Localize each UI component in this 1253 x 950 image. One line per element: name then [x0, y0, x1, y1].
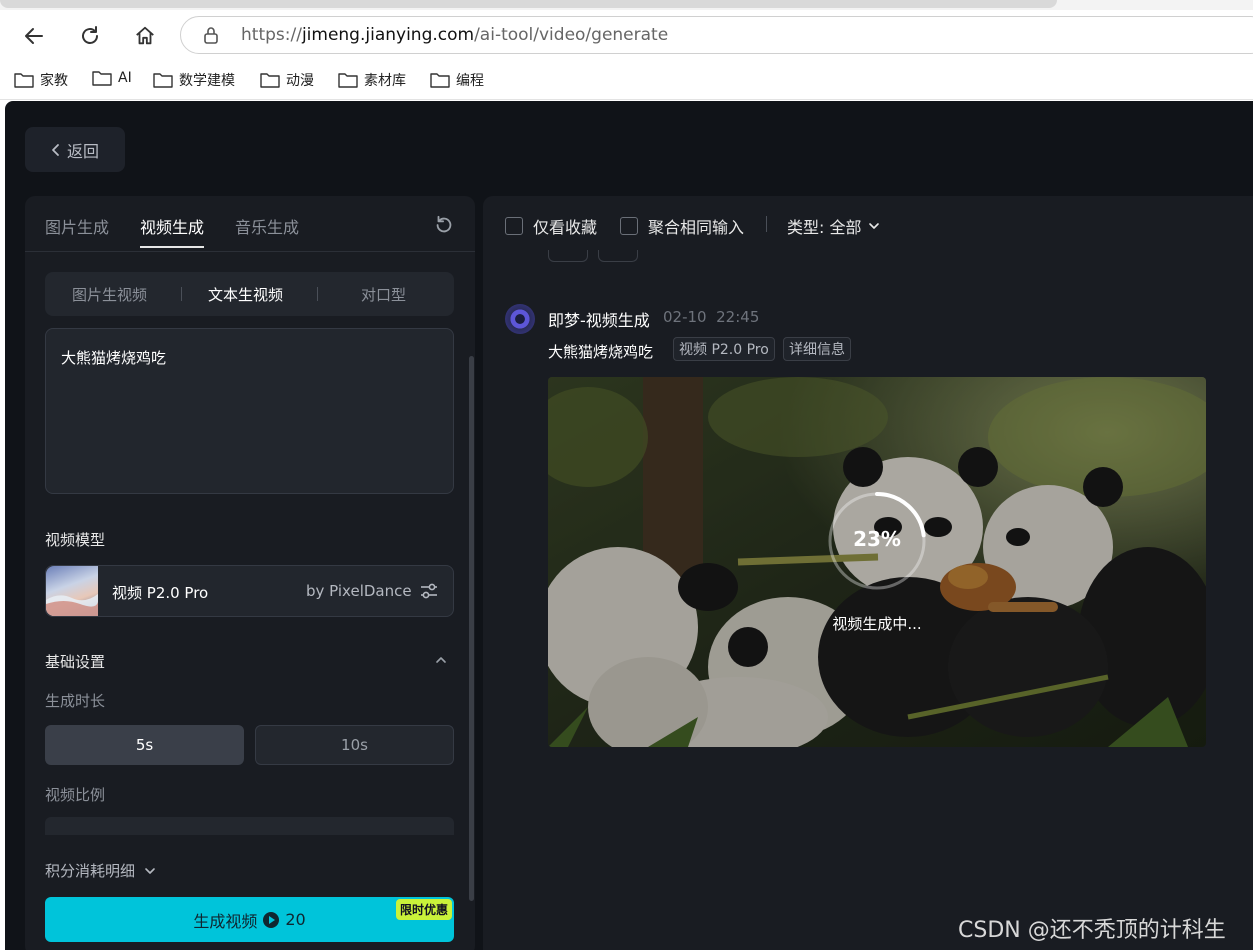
- promo-badge: 限时优惠: [395, 899, 452, 920]
- sliders-icon[interactable]: [418, 580, 440, 602]
- duration-5s-button[interactable]: 5s: [45, 725, 244, 765]
- lock-icon[interactable]: [203, 26, 219, 48]
- browser-toolbar: https://jimeng.jianying.com/ai-tool/vide…: [0, 10, 1253, 60]
- filter-divider: [766, 216, 767, 232]
- ratio-selector[interactable]: [45, 817, 454, 835]
- bookmark-label: AI: [118, 70, 132, 86]
- model-section-title: 视频模型: [45, 531, 106, 549]
- app-avatar: [505, 304, 535, 334]
- panel-scrollbar[interactable]: [469, 356, 474, 901]
- detail-info-tag[interactable]: 详细信息: [783, 337, 851, 361]
- merge-input-label: 聚合相同输入: [648, 218, 745, 237]
- model-selector[interactable]: 视频 P2.0 Pro by PixelDance: [45, 565, 454, 617]
- bookmark-label: 家教: [40, 73, 68, 89]
- favorites-only-checkbox[interactable]: 仅看收藏: [505, 214, 597, 238]
- progress-percent: 23%: [853, 527, 901, 551]
- bookmark-folder[interactable]: 家教: [14, 70, 68, 90]
- type-filter-dropdown[interactable]: 类型: 全部: [787, 214, 881, 238]
- basic-settings-header[interactable]: 基础设置: [45, 651, 454, 675]
- results-panel: 仅看收藏 聚合相同输入 类型: 全部 即梦-视频生成 02-10 22:45 大…: [483, 196, 1253, 950]
- chevron-left-icon: [52, 143, 59, 156]
- chevron-down-icon: [869, 223, 880, 229]
- folder-icon: [92, 71, 112, 86]
- chevron-up-icon[interactable]: [434, 653, 448, 667]
- points-detail-toggle[interactable]: 积分消耗明细: [45, 860, 157, 881]
- ratio-label: 视频比例: [45, 786, 106, 804]
- active-tab[interactable]: [0, 0, 1057, 8]
- back-button[interactable]: 返回: [25, 127, 125, 172]
- merge-input-checkbox[interactable]: 聚合相同输入: [620, 214, 744, 238]
- entry-time: 22:45: [716, 308, 760, 326]
- generate-button-label: 生成视频: [193, 911, 258, 931]
- bookmark-label: 数学建模: [179, 73, 235, 89]
- video-preview[interactable]: 23% 视频生成中...: [548, 377, 1206, 747]
- previous-entry-button[interactable]: [548, 250, 588, 262]
- url-scheme: https://: [241, 25, 302, 45]
- filter-bar: 仅看收藏 聚合相同输入 类型: 全部: [483, 196, 1253, 252]
- bookmark-folder[interactable]: 动漫: [260, 70, 314, 90]
- subtab-divider: [317, 287, 318, 301]
- tab-music-generate[interactable]: 音乐生成: [235, 214, 299, 238]
- bookmark-folder[interactable]: AI: [92, 70, 132, 86]
- bookmark-folder[interactable]: 数学建模: [153, 70, 235, 90]
- folder-icon: [338, 73, 358, 88]
- browser-tabstrip: [0, 0, 1253, 10]
- entry-prompt: 大熊猫烤烧鸡吃: [548, 343, 654, 361]
- checkbox-box[interactable]: [620, 217, 638, 235]
- generation-status: 视频生成中...: [832, 615, 922, 633]
- sub-tabs: 图片生视频 文本生视频 对口型: [45, 272, 454, 316]
- bookmark-label: 编程: [456, 73, 484, 89]
- url-path: /ai-tool/video/generate: [474, 25, 669, 45]
- bookmark-label: 动漫: [286, 73, 314, 89]
- subtab-text-to-video[interactable]: 文本生视频: [208, 284, 283, 305]
- bookmark-label: 素材库: [364, 73, 406, 89]
- type-filter-label: 类型: 全部: [787, 218, 862, 237]
- watermark: CSDN @还不秃顶的计科生: [958, 918, 1226, 943]
- entry-timestamp: 02-10 22:45: [663, 308, 759, 326]
- tab-video-generate[interactable]: 视频生成: [140, 214, 205, 248]
- points-detail-label: 积分消耗明细: [45, 862, 136, 880]
- folder-icon: [14, 73, 34, 88]
- duration-10s-button[interactable]: 10s: [255, 725, 454, 765]
- back-button-label: 返回: [66, 141, 99, 161]
- main-tabs: 图片生成 视频生成 音乐生成: [25, 196, 475, 252]
- generate-video-button[interactable]: 生成视频 20 限时优惠: [45, 897, 454, 942]
- entry-title: 即梦-视频生成: [548, 311, 650, 330]
- back-icon[interactable]: [20, 22, 48, 50]
- tab-image-generate[interactable]: 图片生成: [45, 214, 109, 238]
- prompt-input[interactable]: 大熊猫烤烧鸡吃: [45, 328, 454, 494]
- folder-icon: [260, 73, 280, 88]
- model-thumbnail: [46, 566, 98, 616]
- model-provider: by PixelDance: [306, 582, 412, 600]
- url-host: jimeng.jianying.com: [301, 25, 475, 45]
- panel-divider: [25, 836, 475, 856]
- url-text[interactable]: https://jimeng.jianying.com/ai-tool/vide…: [241, 25, 668, 45]
- bookmark-folder[interactable]: 编程: [430, 70, 484, 90]
- subtab-lip-sync[interactable]: 对口型: [361, 284, 406, 305]
- credit-icon: [263, 911, 280, 928]
- address-bar[interactable]: https://jimeng.jianying.com/ai-tool/vide…: [180, 16, 1253, 54]
- bookmark-folder[interactable]: 素材库: [338, 70, 406, 90]
- prompt-text: 大熊猫烤烧鸡吃: [61, 349, 167, 367]
- folder-icon: [153, 73, 173, 88]
- previous-entry-button[interactable]: [598, 250, 638, 262]
- entry-date: 02-10: [663, 308, 707, 326]
- generate-cost: 20: [285, 910, 306, 929]
- bookmarks-bar: 家教 AI 数学建模 动漫 素材库 编程: [0, 60, 1253, 100]
- basic-settings-title: 基础设置: [45, 653, 106, 671]
- app-window: 返回 图片生成 视频生成 音乐生成 图片生视频 文本生视频 对口型 大熊猫烤烧鸡…: [5, 101, 1253, 950]
- home-icon[interactable]: [131, 22, 159, 50]
- folder-icon: [430, 73, 450, 88]
- favorites-only-label: 仅看收藏: [533, 218, 598, 237]
- subtab-divider: [181, 287, 182, 301]
- chevron-down-icon: [145, 867, 155, 874]
- checkbox-box[interactable]: [505, 217, 523, 235]
- subtab-image-to-video[interactable]: 图片生视频: [72, 284, 147, 305]
- model-name: 视频 P2.0 Pro: [112, 584, 209, 602]
- generation-settings-panel: 图片生成 视频生成 音乐生成 图片生视频 文本生视频 对口型 大熊猫烤烧鸡吃 视…: [25, 196, 475, 950]
- model-tag[interactable]: 视频 P2.0 Pro: [673, 337, 775, 361]
- duration-label: 生成时长: [45, 692, 106, 710]
- reload-icon[interactable]: [76, 22, 104, 50]
- reset-icon[interactable]: [433, 214, 455, 236]
